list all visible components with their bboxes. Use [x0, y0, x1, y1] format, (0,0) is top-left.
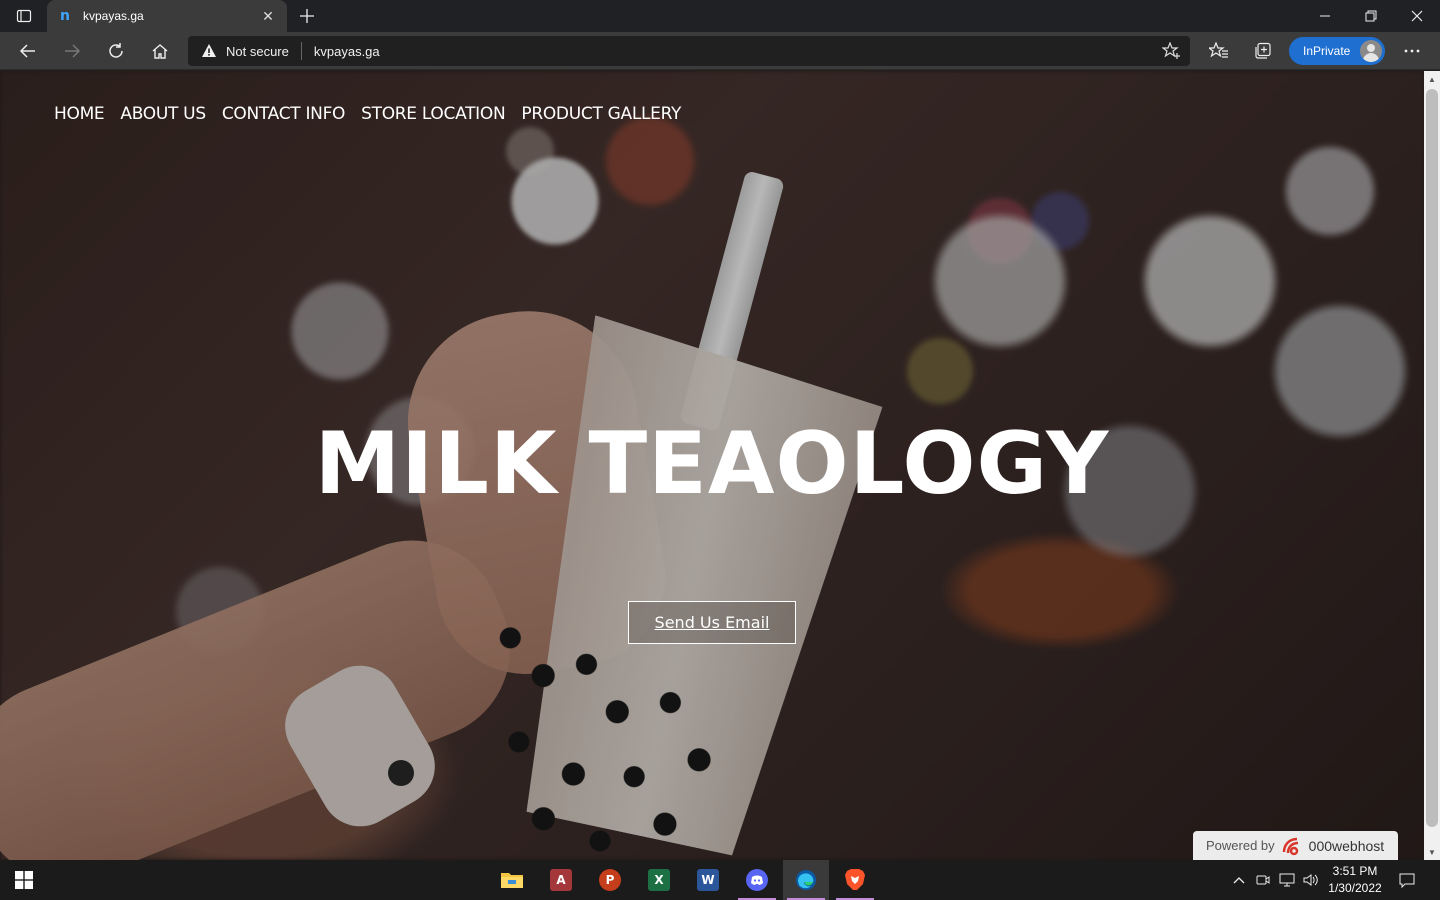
nav-link-home[interactable]: HOME — [54, 104, 105, 124]
browser-toolbar: Not secure kvpayas.ga InPrivate — [0, 32, 1440, 70]
scroll-thumb[interactable] — [1426, 89, 1438, 827]
security-label[interactable]: Not secure — [226, 44, 289, 59]
minimize-button[interactable] — [1302, 0, 1348, 32]
favorites-icon[interactable] — [1203, 36, 1235, 66]
home-button[interactable] — [144, 36, 176, 66]
webhost-logo-icon — [1281, 836, 1305, 856]
meet-now-icon[interactable] — [1252, 860, 1274, 900]
tab-title: kvpayas.ga — [83, 9, 144, 23]
add-favorite-icon[interactable] — [1162, 42, 1182, 60]
notifications-icon[interactable] — [1394, 860, 1420, 900]
page-viewport: HOME ABOUT US CONTACT INFO STORE LOCATIO… — [0, 71, 1424, 860]
more-options-icon[interactable] — [1396, 36, 1428, 66]
powerpoint-icon[interactable]: P — [587, 860, 633, 900]
hero-title: MILK TEAOLOGY — [314, 414, 1110, 514]
excel-icon[interactable]: X — [636, 860, 682, 900]
nav-link-about-us[interactable]: ABOUT US — [120, 104, 206, 124]
warning-icon[interactable] — [200, 42, 218, 60]
close-tab-icon[interactable]: ✕ — [259, 8, 277, 25]
profile-avatar-icon — [1360, 40, 1382, 62]
site-favicon-icon: n — [60, 8, 70, 24]
clock-date: 1/30/2022 — [1328, 881, 1382, 895]
windows-start-icon[interactable] — [4, 860, 44, 900]
show-hidden-icons-icon[interactable] — [1228, 860, 1250, 900]
powered-by-brand: 000webhost — [1308, 837, 1385, 854]
restore-button[interactable] — [1348, 0, 1394, 32]
clock-time: 3:51 PM — [1332, 864, 1378, 878]
url-text[interactable]: kvpayas.ga — [314, 44, 380, 59]
new-tab-button[interactable] — [295, 4, 319, 28]
file-explorer-icon[interactable] — [489, 860, 535, 900]
nav-link-store-location[interactable]: STORE LOCATION — [361, 104, 506, 124]
nav-link-product-gallery[interactable]: PRODUCT GALLERY — [521, 104, 681, 124]
scroll-down-icon[interactable]: ▼ — [1424, 844, 1440, 860]
address-divider — [300, 42, 302, 60]
browser-tab[interactable]: n kvpayas.ga ✕ — [47, 0, 287, 32]
main-nav: HOME ABOUT US CONTACT INFO STORE LOCATIO… — [54, 104, 697, 124]
back-button[interactable] — [12, 36, 44, 66]
windows-taskbar: A P X W 3:51 PM 1/30/2022 — [0, 860, 1440, 900]
tab-actions-icon[interactable] — [8, 4, 40, 28]
scroll-up-icon[interactable]: ▲ — [1424, 71, 1440, 87]
inprivate-label: InPrivate — [1303, 44, 1351, 58]
brave-icon[interactable] — [832, 860, 878, 900]
collections-icon[interactable] — [1247, 36, 1279, 66]
nav-link-contact-info[interactable]: CONTACT INFO — [222, 104, 346, 124]
page-scrollbar[interactable]: ▲ ▼ — [1424, 71, 1440, 860]
system-clock[interactable]: 3:51 PM 1/30/2022 — [1322, 863, 1388, 897]
tab-strip: n kvpayas.ga ✕ — [0, 0, 1440, 32]
powered-by-badge[interactable]: Powered by 000webhost — [1193, 831, 1398, 860]
edge-icon[interactable] — [783, 860, 829, 900]
powered-by-label: Powered by — [1206, 838, 1275, 853]
network-icon[interactable] — [1276, 860, 1298, 900]
send-email-button[interactable]: Send Us Email — [628, 601, 796, 644]
word-icon[interactable]: W — [685, 860, 731, 900]
refresh-button[interactable] — [100, 36, 132, 66]
close-window-button[interactable] — [1394, 0, 1440, 32]
address-bar[interactable]: Not secure kvpayas.ga — [188, 36, 1190, 66]
discord-icon[interactable] — [734, 860, 780, 900]
inprivate-button[interactable]: InPrivate — [1289, 37, 1385, 65]
access-icon[interactable]: A — [538, 860, 584, 900]
volume-icon[interactable] — [1300, 860, 1322, 900]
forward-button[interactable] — [56, 36, 88, 66]
